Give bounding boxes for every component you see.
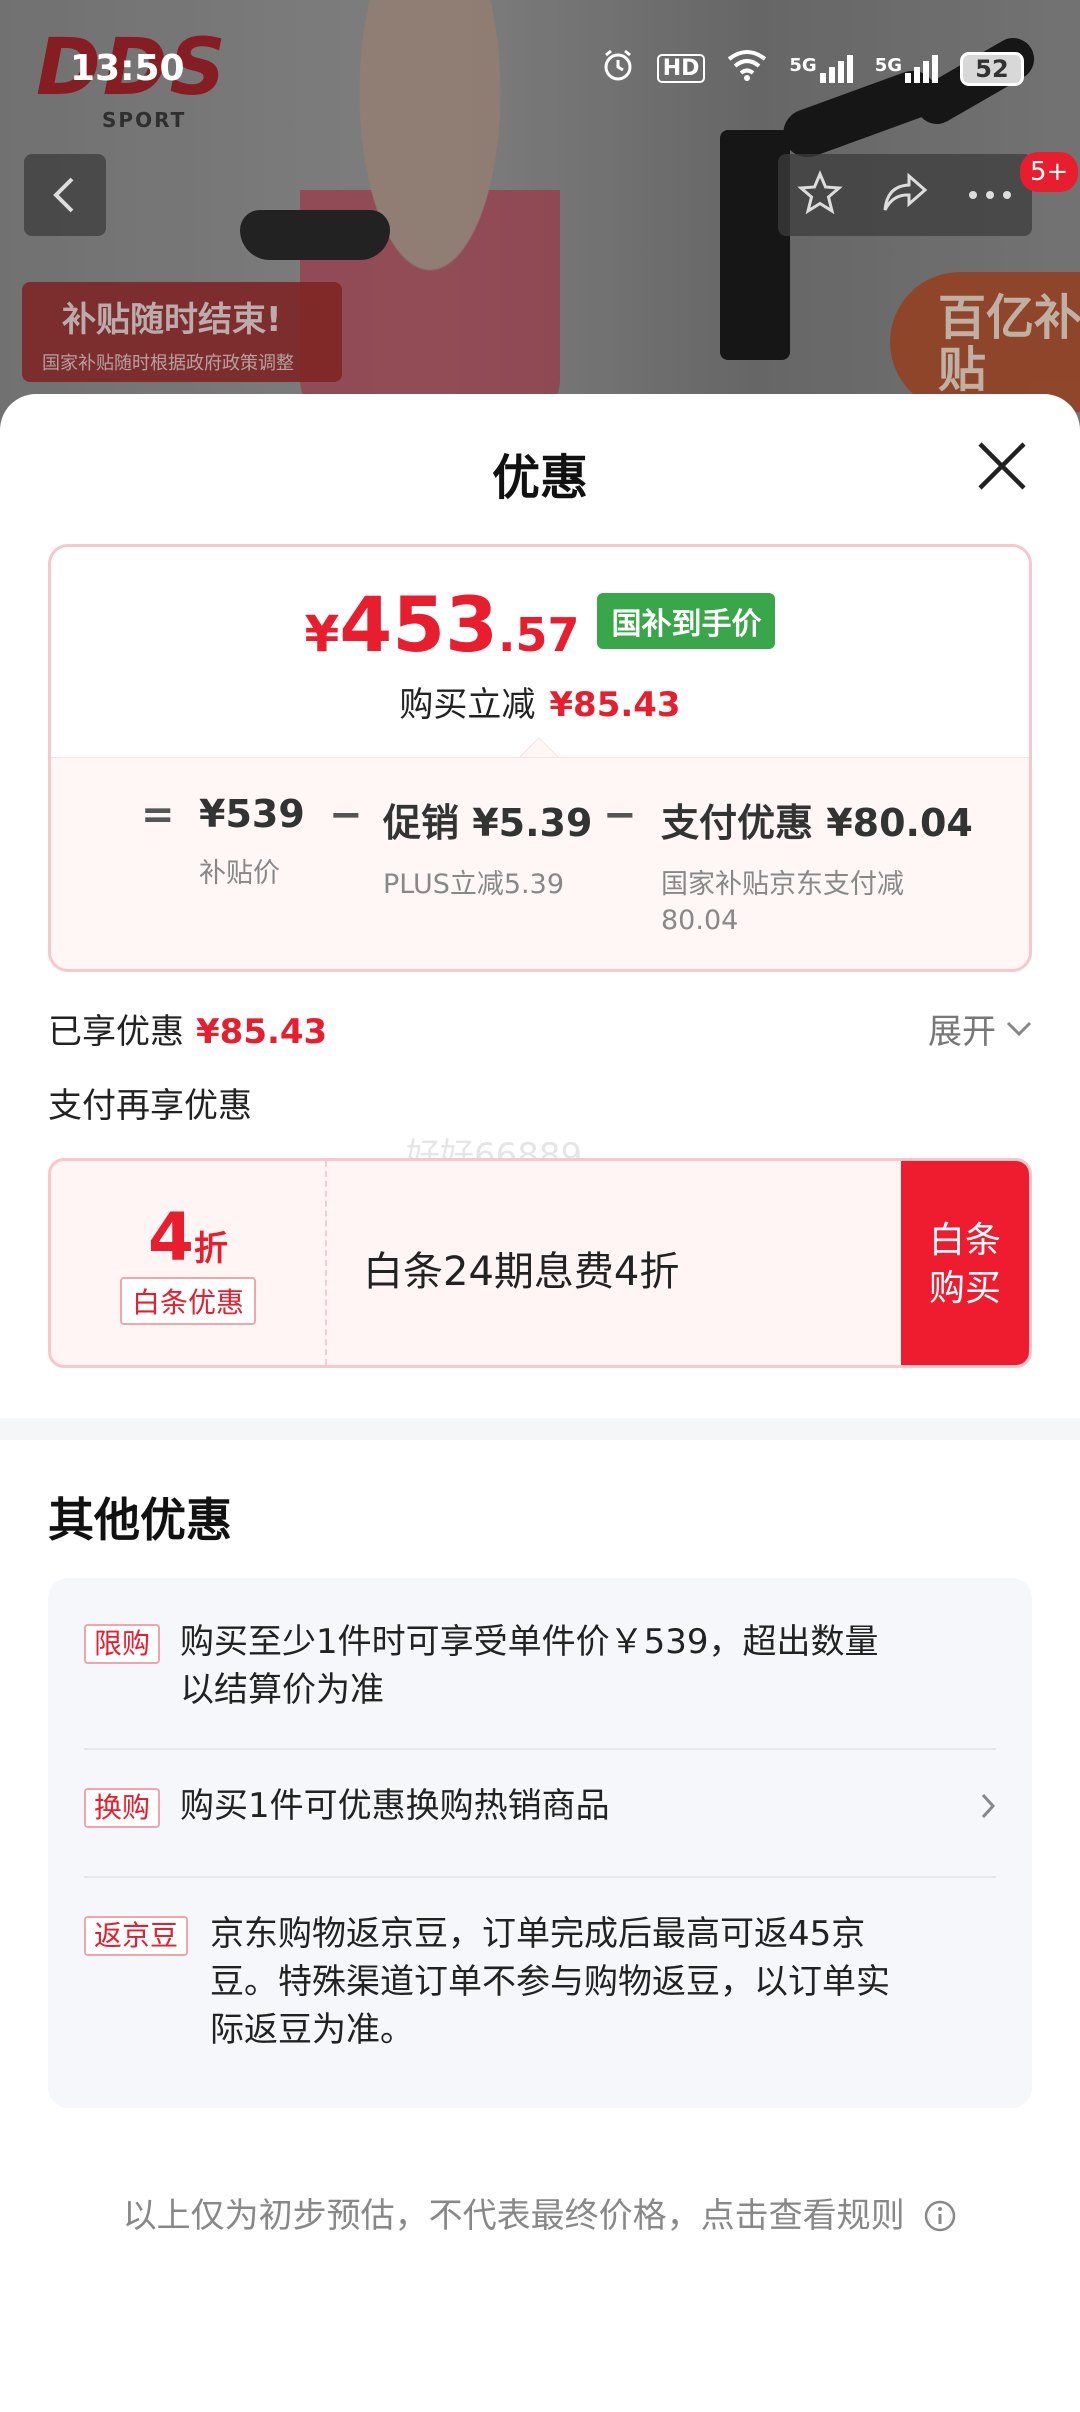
baitiao-tag: 白条优惠 <box>119 1277 256 1325</box>
other-discounts-list: 限购 购买至少1件时可享受单件价￥539，超出数量以结算价为准 换购 购买1件可… <box>48 1578 1032 2108</box>
message-badge: 5+ <box>1020 152 1079 192</box>
close-icon <box>978 442 1026 490</box>
promo-col: 促销 ¥5.39 PLUS立减5.39 <box>383 801 593 900</box>
signal-5g-icon-2: 5G <box>875 54 938 83</box>
baitiao-buy-button[interactable]: 白条 购买 <box>901 1161 1029 1365</box>
other-discounts-title: 其他优惠 <box>48 1493 232 1547</box>
close-button[interactable] <box>974 438 1030 494</box>
subsidy-price-col: ¥539 补贴价 <box>199 792 305 889</box>
favorite-button[interactable] <box>797 170 843 220</box>
signal-5g-icon: 5G <box>789 54 853 83</box>
status-time: 13:50 <box>70 48 185 89</box>
exchange-tag: 换购 <box>84 1788 161 1828</box>
enjoyed-discount: 已享优惠 ¥85.43 <box>48 1012 328 1052</box>
battery-icon: 52 <box>960 51 1024 86</box>
list-item-exchange[interactable]: 换购 购买1件可优惠换购热销商品 <box>84 1782 996 1830</box>
more-icon <box>969 190 1011 199</box>
top-right-actions <box>778 154 1032 236</box>
final-price: ¥ 453 .57 <box>304 580 580 669</box>
chevron-right-icon <box>981 1793 996 1819</box>
subsidy-price-tag: 国补到手价 <box>597 593 776 649</box>
list-item: 限购 购买至少1件时可享受单件价￥539，超出数量以结算价为准 <box>84 1618 996 1714</box>
discount-sheet: 优惠 ¥ 453 .57 国补到手价 购买立减 ¥85.43 = ¥539 补贴… <box>0 394 1080 2412</box>
back-button[interactable] <box>24 154 106 236</box>
chevron-down-icon <box>1006 1021 1032 1036</box>
sheet-title: 优惠 <box>491 450 588 506</box>
discount-value: 4折 <box>148 1199 228 1276</box>
coupon-description: 白条24期息费4折 <box>363 1249 680 1295</box>
limit-tag: 限购 <box>84 1624 161 1664</box>
baitiao-coupon[interactable]: 4折 白条优惠 白条24期息费4折 白条 购买 <box>48 1158 1032 1368</box>
star-icon <box>797 170 843 215</box>
info-icon <box>925 2200 956 2232</box>
share-button[interactable] <box>881 172 929 218</box>
pay-more-label: 支付再享优惠 <box>48 1086 252 1126</box>
wifi-icon <box>727 49 767 88</box>
status-bar: 13:50 HD 5G 5G 52 <box>0 0 1080 140</box>
chevron-left-icon <box>53 177 74 213</box>
expand-button[interactable]: 展开 <box>928 1004 1032 1053</box>
instant-reduction: 购买立减 ¥85.43 <box>399 685 681 725</box>
list-item: 返京豆 京东购物返京豆，订单完成后最高可返45京豆。特殊渠道订单不参与购物返豆，… <box>84 1910 996 2054</box>
alarm-icon <box>601 48 635 89</box>
rules-link[interactable]: 以上仅为初步预估，不代表最终价格，点击查看规则 <box>0 2188 1080 2237</box>
share-icon <box>883 172 928 211</box>
price-breakdown-card: ¥ 453 .57 国补到手价 购买立减¥85.43 = ¥539 补贴价 − <box>48 544 1032 972</box>
more-button[interactable] <box>967 186 1013 205</box>
hd-icon: HD <box>656 54 706 83</box>
jingdou-tag: 返京豆 <box>84 1916 189 1956</box>
payment-discount-col: 支付优惠 ¥80.04 国家补贴京东支付减80.04 <box>661 801 973 936</box>
